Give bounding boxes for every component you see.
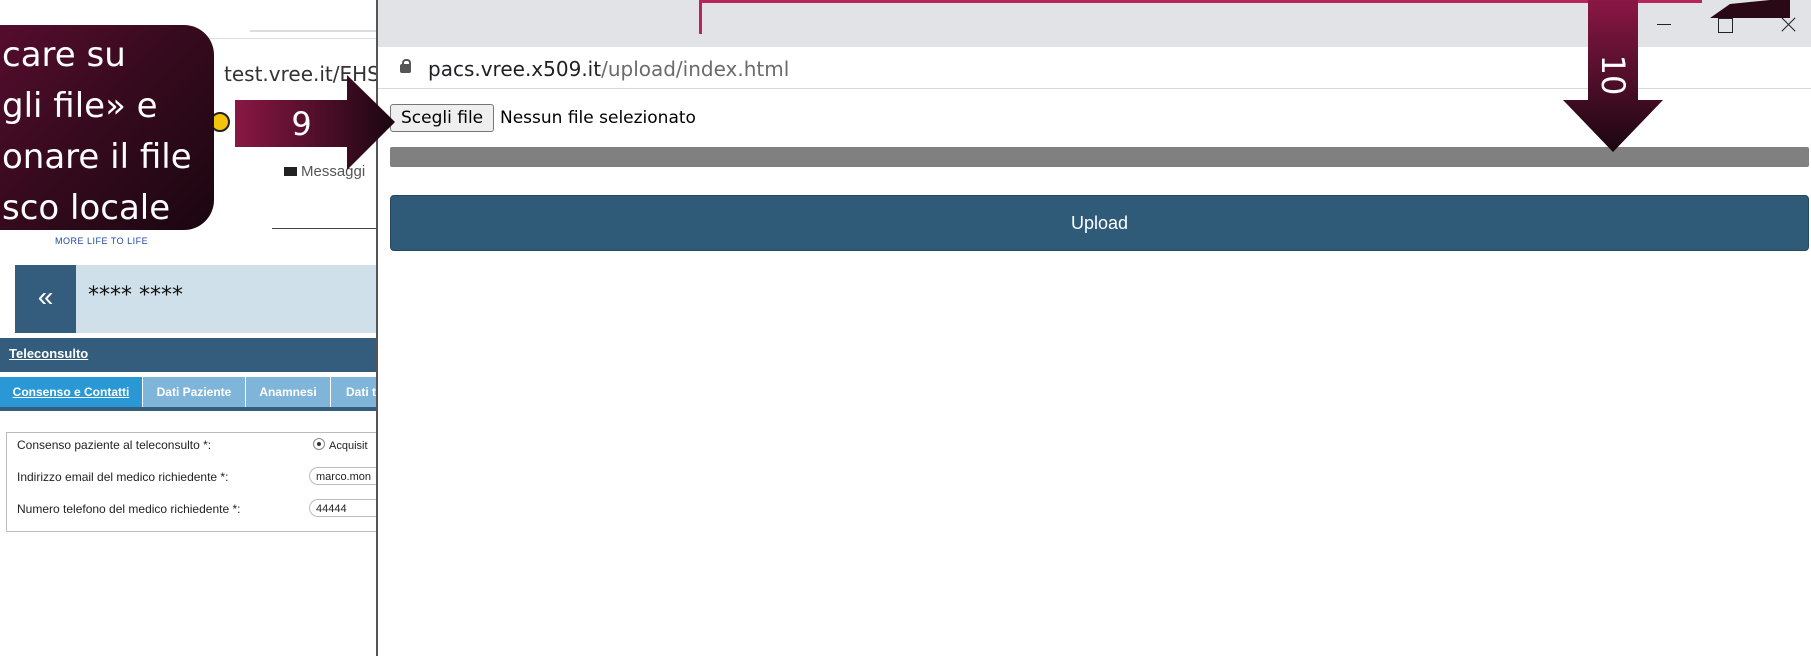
highlight-frame-left: [699, 0, 702, 34]
url-path: /upload/index.html: [601, 57, 790, 81]
patient-header: « **** ****: [15, 265, 385, 333]
consent-radio[interactable]: Acquisit: [313, 437, 368, 452]
url-text: pacs.vree.x509.it/upload/index.html: [428, 57, 789, 81]
email-label: Indirizzo email del medico richiedente *…: [17, 470, 229, 484]
file-status-text: Nessun file selezionato: [500, 108, 696, 128]
patient-name: **** ****: [88, 283, 183, 308]
instruction-callout: care su gli file» e onare il file sco lo…: [0, 25, 214, 230]
upload-button[interactable]: Upload: [390, 195, 1809, 251]
callout-line: gli file» e: [2, 86, 158, 126]
callout-line: onare il file: [2, 137, 192, 177]
tab-underline: [0, 407, 385, 411]
radio-icon: [313, 438, 325, 450]
consent-form: Consenso paziente al teleconsulto *: Acq…: [6, 432, 399, 532]
callout-line: sco locale: [2, 188, 171, 228]
step-10-label: 10: [1594, 54, 1632, 96]
tab-bar: Consenso e Contatti Dati Paziente Anamne…: [0, 377, 392, 407]
phone-label: Numero telefono del medico richiedente *…: [17, 502, 241, 516]
highlight-frame-top: [702, 0, 1702, 3]
url-host: pacs.vree.x509.it: [428, 57, 602, 81]
upload-popup-window: pacs.vree.x509.it/upload/index.html Sceg…: [376, 0, 1811, 656]
callout-line: care su: [2, 35, 126, 75]
tab-dati-paziente[interactable]: Dati Paziente: [143, 377, 246, 407]
back-button[interactable]: «: [15, 265, 76, 333]
choose-file-button[interactable]: Scegli file: [390, 104, 495, 132]
consent-radio-label: Acquisit: [329, 440, 368, 452]
logo-tagline: MORE LIFE TO LIFE: [55, 236, 149, 246]
step-9-label: 9: [291, 105, 312, 143]
divider: [272, 228, 382, 229]
tab-consenso[interactable]: Consenso e Contatti: [0, 377, 143, 407]
consent-label: Consenso paziente al teleconsulto *:: [17, 438, 212, 452]
section-header: Teleconsulto: [0, 338, 385, 372]
lock-icon: [400, 59, 411, 73]
tab-anamnesi[interactable]: Anamnesi: [246, 377, 331, 407]
section-title-link[interactable]: Teleconsulto: [9, 346, 88, 361]
corner-arrow-fragment: [1710, 0, 1790, 18]
